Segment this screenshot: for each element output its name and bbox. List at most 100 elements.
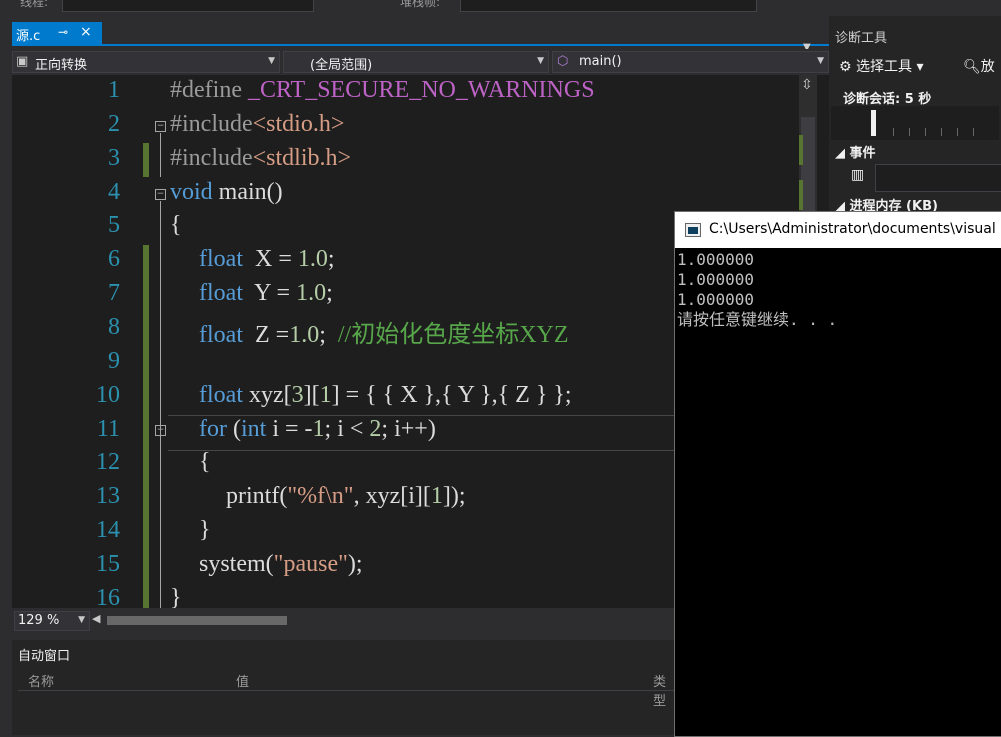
line-number: 7 [108, 280, 120, 306]
session-timeline[interactable] [831, 106, 999, 140]
thread-dropdown[interactable] [62, 0, 314, 12]
timeline-tick [973, 128, 974, 136]
close-icon[interactable]: × [80, 24, 92, 40]
events-label: 事件 [849, 146, 876, 161]
column-value[interactable]: 值 [236, 671, 249, 690]
scrollbar-thumb[interactable] [107, 616, 287, 625]
code-token: void [170, 179, 213, 205]
split-window-icon[interactable]: ⇳ [801, 77, 813, 93]
events-section-header[interactable]: ◢ 事件 [835, 142, 876, 161]
code-token: 1 [312, 416, 325, 442]
code-line: { [170, 212, 182, 239]
code-token: <stdio.h> [252, 111, 345, 137]
collapse-icon[interactable]: − [155, 189, 166, 200]
code-token: int [240, 416, 267, 442]
outline-guide [160, 201, 161, 608]
code-token: float [199, 280, 243, 306]
code-token: _CRT_SECURE_NO_WARNINGS [247, 77, 595, 103]
code-token: 1 [319, 382, 332, 408]
code-line: { [199, 449, 211, 476]
tab-source-file[interactable]: 源.c ⊸ × [12, 22, 102, 44]
navigation-bar: ▣ 正向转换 ▼ (全局范围) ▼ ⬡ main() ▼ [12, 49, 829, 74]
code-token: 3 [291, 382, 304, 408]
expand-triangle-icon: ◢ [835, 146, 850, 161]
code-token: } [170, 585, 182, 608]
panel-title: 诊断工具 [835, 31, 888, 46]
code-token: ; i < [324, 416, 370, 442]
function-icon: ⬡ [557, 54, 569, 69]
code-token: ; [327, 246, 335, 272]
collapse-icon[interactable]: − [155, 425, 166, 436]
line-number: 11 [96, 416, 120, 442]
console-line: 1.000000 [677, 270, 755, 289]
function-dropdown-label: main() [579, 54, 622, 69]
timeline-cursor[interactable] [871, 110, 876, 136]
code-token: #include [170, 111, 253, 137]
line-number: 8 [108, 314, 120, 340]
code-token: main() [212, 179, 283, 205]
zoom-in-button[interactable]: 🔍︎放 [963, 56, 995, 76]
pin-icon[interactable]: ⊸ [58, 25, 68, 39]
select-tools-label: 选择工具 [856, 59, 913, 75]
project-icon: ▣ [16, 54, 29, 69]
console-line: 1.000000 [677, 250, 755, 269]
scope-dropdown[interactable]: (全局范围) ▼ [283, 51, 549, 73]
scope-dropdown-label: (全局范围) [310, 58, 373, 73]
code-line: float xyz[3][1] = { { X },{ Y },{ Z } }; [199, 382, 572, 409]
code-line: #include<stdio.h> [170, 111, 344, 138]
scroll-left-icon[interactable]: ◀ [92, 612, 100, 625]
code-line: float X = 1.0; [199, 246, 335, 273]
code-token: 1.0 [289, 322, 320, 348]
line-number: 12 [96, 449, 120, 475]
line-number: 10 [96, 382, 120, 408]
code-token: "pause" [273, 551, 348, 577]
console-title: C:\Users\Administrator\documents\visual [709, 221, 996, 237]
code-token: { [199, 449, 211, 475]
code-line: for (int i = -1; i < 2; i++) [199, 416, 436, 443]
console-window[interactable]: C:\Users\Administrator\documents\visual … [674, 211, 1001, 737]
line-number: 13 [96, 483, 120, 509]
code-line: float Z =1.0; //初始化色度坐标XYZ [199, 314, 569, 349]
code-token: for [199, 416, 227, 442]
chevron-down-icon: ▼ [537, 56, 544, 66]
zoom-dropdown[interactable]: 129 % ▼ [14, 611, 90, 631]
scrollbar-change-marker [799, 180, 803, 210]
line-number: 16 [96, 585, 120, 608]
code-line: system("pause"); [199, 551, 363, 578]
line-number: 2 [108, 111, 120, 137]
console-app-icon [685, 223, 701, 237]
code-line: void main() [170, 179, 283, 206]
tab-accent-line [12, 44, 829, 46]
code-token: ; i++) [381, 416, 436, 442]
thread-label: 线程: [20, 0, 49, 9]
code-token: #include [170, 145, 253, 171]
code-token: xyz[ [242, 382, 292, 408]
line-number: 1 [108, 77, 120, 103]
magnifier-icon: 🔍︎ [963, 59, 981, 75]
chevron-down-icon: ▼ [78, 615, 85, 625]
code-token: float [199, 322, 243, 348]
line-number: 14 [96, 517, 120, 543]
timeline-tick [909, 128, 910, 136]
function-dropdown[interactable]: ⬡ main() ▼ [552, 51, 829, 73]
console-title-bar[interactable]: C:\Users\Administrator\documents\visual [675, 212, 1001, 248]
pause-icon[interactable]: ▥ [851, 167, 864, 183]
console-output: 1.000000 1.000000 1.000000 请按任意键继续. . . [677, 250, 837, 330]
code-line: float Y = 1.0; [199, 280, 333, 307]
line-number: 6 [108, 246, 120, 272]
code-token: ][ [303, 382, 320, 408]
code-token: ] = { { X },{ Y },{ Z } }; [331, 382, 572, 408]
session-duration: 诊断会话: 5 秒 [843, 92, 932, 107]
column-name[interactable]: 名称 [28, 671, 54, 690]
tab-label: 源.c [16, 29, 41, 44]
line-number: 5 [108, 212, 120, 238]
events-search-input[interactable] [875, 164, 1001, 192]
line-number: 4 [108, 179, 120, 205]
stack-frame-dropdown[interactable] [460, 0, 757, 12]
project-dropdown[interactable]: ▣ 正向转换 ▼ [12, 51, 280, 73]
line-number: 9 [108, 348, 120, 374]
editor-horizontal-scrollbar[interactable]: ◀ [92, 612, 302, 627]
select-tools-button[interactable]: ⚙ 选择工具 ▾ [839, 56, 924, 76]
change-marker [143, 143, 149, 177]
collapse-icon[interactable]: − [155, 121, 166, 132]
